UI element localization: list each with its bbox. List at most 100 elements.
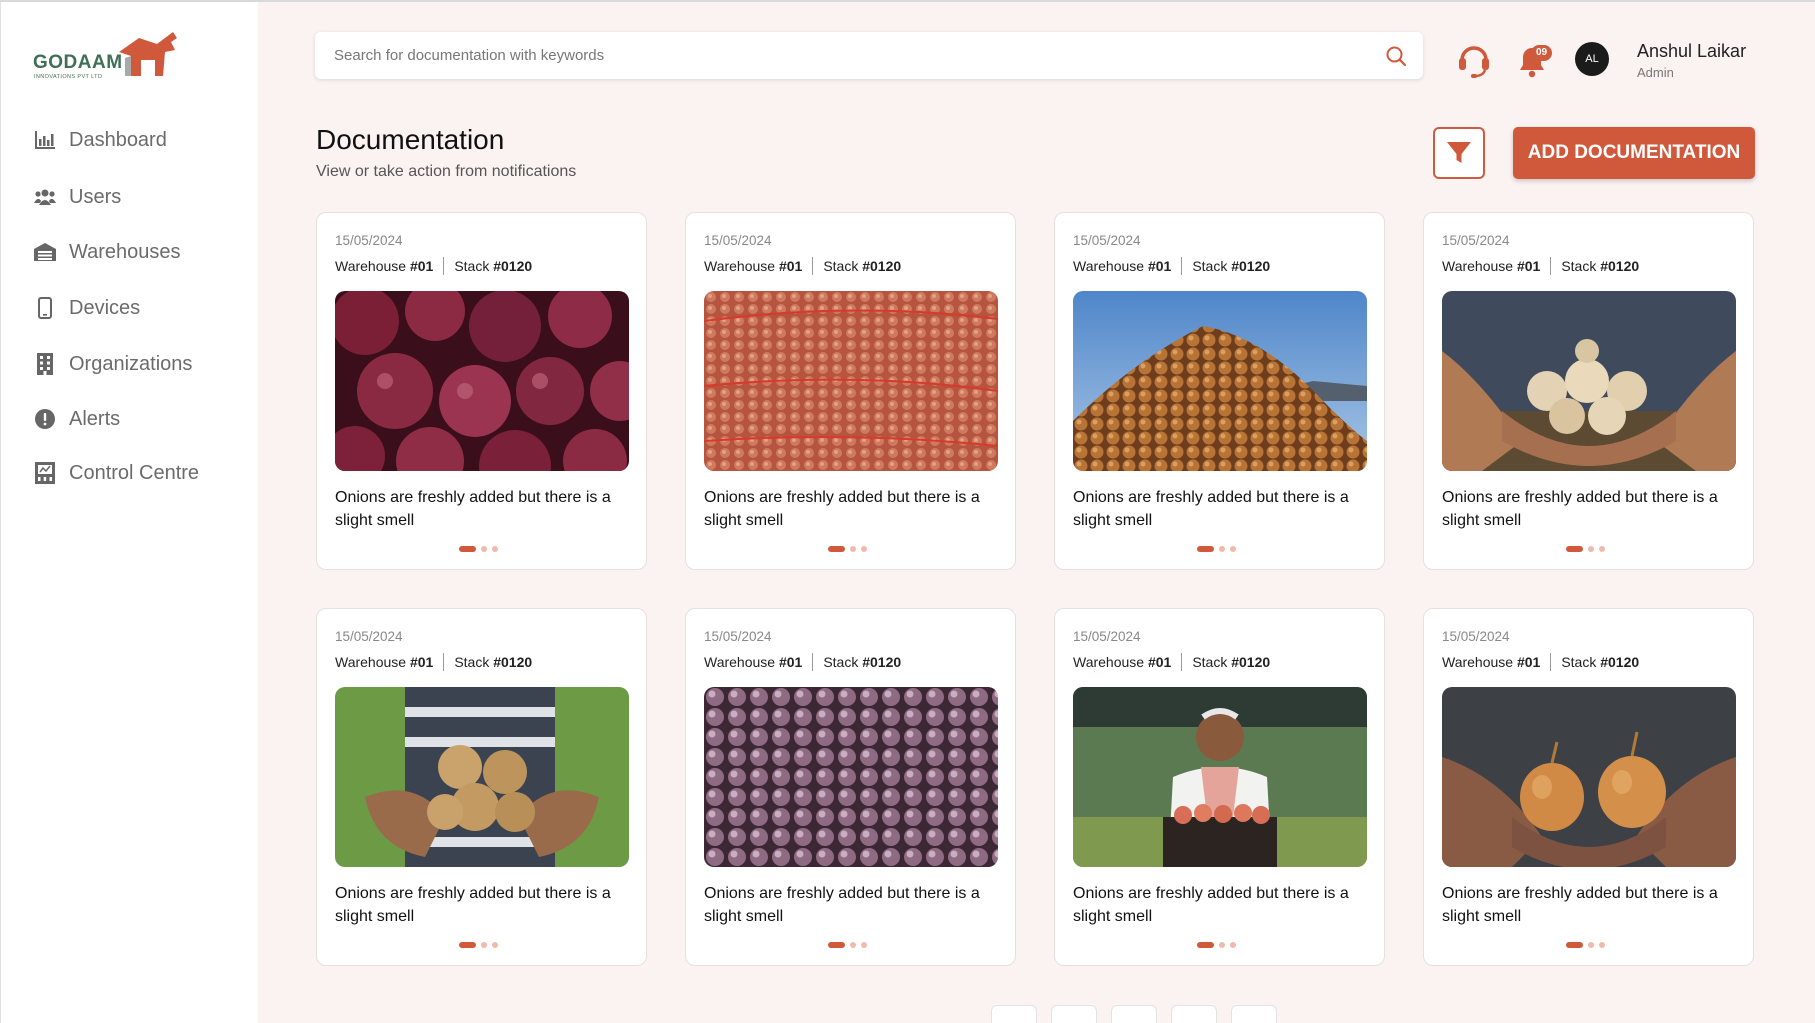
card-description: Onions are freshly added but there is a … bbox=[335, 489, 611, 529]
carousel-dot[interactable] bbox=[861, 942, 867, 948]
carousel-dot[interactable] bbox=[1599, 942, 1605, 948]
carousel-indicator[interactable] bbox=[1566, 546, 1610, 552]
carousel-dot[interactable] bbox=[1230, 942, 1236, 948]
stack-label: Stack bbox=[1561, 258, 1597, 274]
stack-label: Stack bbox=[454, 654, 490, 670]
carousel-dot-active[interactable] bbox=[1566, 942, 1583, 948]
page-title: Documentation bbox=[316, 124, 505, 155]
carousel-dot[interactable] bbox=[492, 546, 498, 552]
sidebar-item-devices[interactable]: Devices bbox=[33, 288, 243, 328]
search-icon[interactable] bbox=[1385, 45, 1407, 67]
documentation-card[interactable]: 15/05/2024 Warehouse #01 Stack #0120 Oni… bbox=[1054, 608, 1385, 966]
warehouse-id: #01 bbox=[409, 258, 434, 274]
sidebar-item-label: Devices bbox=[69, 296, 141, 319]
carousel-indicator[interactable] bbox=[828, 546, 872, 552]
carousel-dot-active[interactable] bbox=[1566, 546, 1583, 552]
filter-icon bbox=[1447, 142, 1471, 163]
carousel-dot[interactable] bbox=[850, 942, 856, 948]
search-input[interactable] bbox=[315, 32, 1385, 79]
page-subtitle: View or take action from notifications bbox=[316, 163, 577, 180]
pagination-button[interactable] bbox=[1231, 1005, 1277, 1023]
sidebar-item-alerts[interactable]: Alerts bbox=[33, 399, 243, 439]
stack-id: #0120 bbox=[1231, 258, 1271, 274]
carousel-dot-active[interactable] bbox=[1197, 942, 1214, 948]
carousel-dot[interactable] bbox=[861, 546, 867, 552]
avatar[interactable]: AL bbox=[1575, 42, 1609, 76]
carousel-indicator[interactable] bbox=[1197, 942, 1241, 948]
warehouse-icon bbox=[33, 240, 57, 264]
sidebar-item-label: Organizations bbox=[69, 352, 193, 375]
card-date: 15/05/2024 bbox=[335, 629, 403, 644]
add-documentation-button[interactable]: ADD DOCUMENTATION bbox=[1513, 127, 1755, 179]
card-date: 15/05/2024 bbox=[704, 233, 772, 248]
warehouse-id: #01 bbox=[778, 654, 803, 670]
warehouse-id: #01 bbox=[778, 258, 803, 274]
bar-chart-icon bbox=[33, 128, 57, 152]
stack-label: Stack bbox=[823, 258, 859, 274]
documentation-card[interactable]: 15/05/2024 Warehouse #01 Stack #0120 Oni… bbox=[1423, 212, 1754, 570]
card-location: Warehouse #01 Stack #0120 bbox=[1073, 257, 1270, 275]
carousel-dot-active[interactable] bbox=[459, 942, 476, 948]
search-bar bbox=[315, 32, 1423, 79]
carousel-indicator[interactable] bbox=[1197, 546, 1241, 552]
carousel-dot[interactable] bbox=[1588, 546, 1594, 552]
card-description: Onions are freshly added but there is a … bbox=[704, 489, 980, 529]
building-icon bbox=[33, 352, 57, 376]
top-border bbox=[0, 0, 1815, 2]
sidebar-item-control-centre[interactable]: Control Centre bbox=[33, 453, 243, 493]
documentation-card[interactable]: 15/05/2024 Warehouse #01 Stack #0120 Oni… bbox=[685, 212, 1016, 570]
stack-id: #0120 bbox=[1600, 654, 1640, 670]
documentation-card[interactable]: 15/05/2024 Warehouse #01 Stack #0120 Oni… bbox=[1423, 608, 1754, 966]
carousel-dot-active[interactable] bbox=[459, 546, 476, 552]
sidebar-item-users[interactable]: Users bbox=[33, 177, 243, 217]
user-name[interactable]: Anshul Laikar bbox=[1637, 41, 1746, 62]
carousel-dot[interactable] bbox=[492, 942, 498, 948]
sidebar-item-warehouses[interactable]: Warehouses bbox=[33, 232, 243, 272]
warehouse-label: Warehouse bbox=[704, 258, 776, 274]
carousel-dot[interactable] bbox=[1219, 546, 1225, 552]
pagination-button[interactable] bbox=[1051, 1005, 1097, 1023]
warehouse-label: Warehouse bbox=[704, 654, 776, 670]
pagination-button[interactable] bbox=[1171, 1005, 1217, 1023]
sidebar-item-dashboard[interactable]: Dashboard bbox=[33, 120, 243, 160]
filter-button[interactable] bbox=[1433, 127, 1485, 179]
sidebar-item-label: Control Centre bbox=[69, 461, 200, 484]
carousel-indicator[interactable] bbox=[828, 942, 872, 948]
carousel-indicator[interactable] bbox=[1566, 942, 1610, 948]
meta-divider bbox=[1550, 653, 1552, 671]
sidebar-item-label: Users bbox=[69, 185, 122, 208]
device-icon bbox=[33, 296, 57, 320]
carousel-dot[interactable] bbox=[1588, 942, 1594, 948]
carousel-dot-active[interactable] bbox=[828, 942, 845, 948]
carousel-dot[interactable] bbox=[481, 942, 487, 948]
card-image bbox=[1073, 291, 1367, 471]
support-headset-icon[interactable] bbox=[1457, 40, 1491, 78]
carousel-dot[interactable] bbox=[1230, 546, 1236, 552]
carousel-dot[interactable] bbox=[1219, 942, 1225, 948]
warehouse-id: #01 bbox=[1516, 654, 1541, 670]
carousel-dot-active[interactable] bbox=[828, 546, 845, 552]
documentation-card[interactable]: 15/05/2024 Warehouse #01 Stack #0120 Oni… bbox=[316, 608, 647, 966]
logo[interactable]: GODAAM INNOVATIONS PVT LTD bbox=[33, 28, 183, 84]
documentation-card[interactable]: 15/05/2024 Warehouse #01 Stack #0120 Oni… bbox=[316, 212, 647, 570]
card-date: 15/05/2024 bbox=[335, 233, 403, 248]
pagination-button[interactable] bbox=[1111, 1005, 1157, 1023]
sidebar: GODAAM INNOVATIONS PVT LTD Dashboard Use… bbox=[0, 2, 258, 1023]
carousel-dot[interactable] bbox=[481, 546, 487, 552]
carousel-indicator[interactable] bbox=[459, 546, 503, 552]
carousel-indicator[interactable] bbox=[459, 942, 503, 948]
warehouse-id: #01 bbox=[1147, 258, 1172, 274]
sidebar-item-organizations[interactable]: Organizations bbox=[33, 344, 243, 384]
carousel-dot-active[interactable] bbox=[1197, 546, 1214, 552]
warehouse-label: Warehouse bbox=[1073, 258, 1145, 274]
stack-id: #0120 bbox=[862, 258, 902, 274]
pagination-button[interactable] bbox=[991, 1005, 1037, 1023]
card-description: Onions are freshly added but there is a … bbox=[1073, 489, 1349, 529]
documentation-card[interactable]: 15/05/2024 Warehouse #01 Stack #0120 Oni… bbox=[685, 608, 1016, 966]
card-location: Warehouse #01 Stack #0120 bbox=[1442, 653, 1639, 671]
carousel-dot[interactable] bbox=[1599, 546, 1605, 552]
user-role: Admin bbox=[1637, 65, 1674, 80]
meta-divider bbox=[812, 257, 814, 275]
documentation-card[interactable]: 15/05/2024 Warehouse #01 Stack #0120 Oni… bbox=[1054, 212, 1385, 570]
carousel-dot[interactable] bbox=[850, 546, 856, 552]
